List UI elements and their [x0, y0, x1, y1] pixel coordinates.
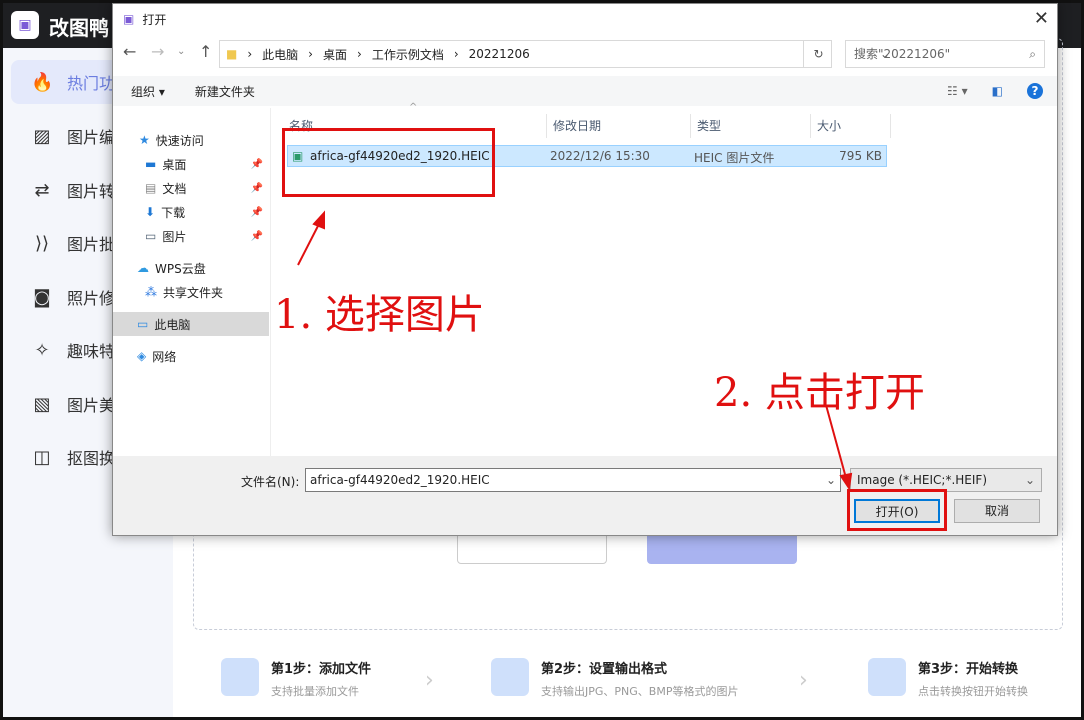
- annotation-step2: 2. 点击打开: [714, 360, 925, 418]
- annotation-step1: 1. 选择图片: [274, 282, 485, 340]
- arrow-to-file: [298, 213, 324, 265]
